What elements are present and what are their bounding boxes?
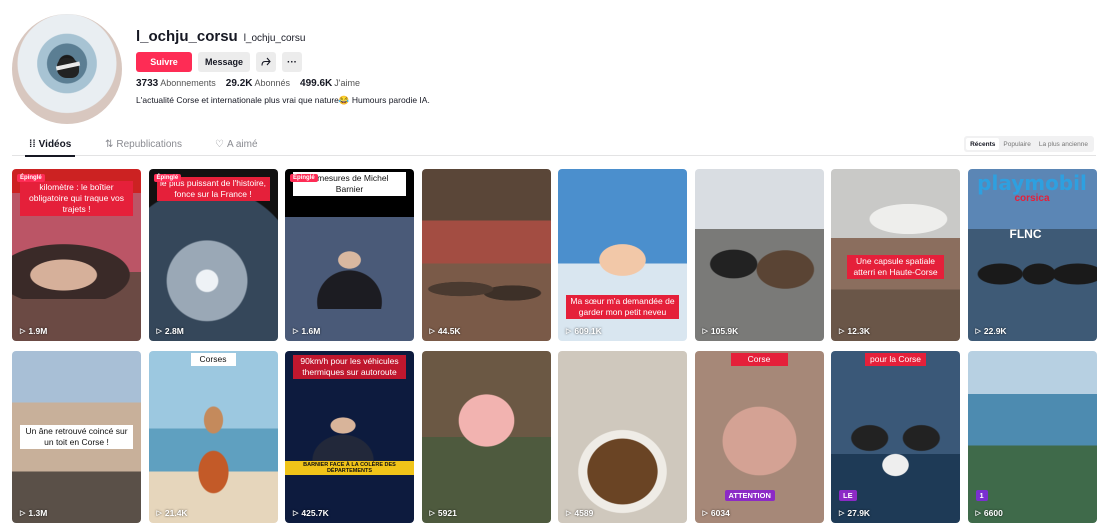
view-count: ▷ 44.5K — [429, 326, 461, 336]
likes-stat: 499.6K J'aime — [300, 78, 360, 89]
view-count: ▷ 5921 — [429, 508, 457, 518]
attention-tag: ATTENTION — [724, 490, 775, 501]
tab-republications[interactable]: ⇅ Republications — [105, 139, 182, 150]
profile-tabs: ⁞⁞ Vidéos ⇅ Republications ♡ A aimé — [12, 134, 1096, 157]
profile-username: l_ochju_corsu — [136, 28, 238, 45]
play-icon: ▷ — [156, 328, 162, 335]
view-count: ▷ 609.1K — [566, 326, 602, 336]
sort-recent[interactable]: Récents — [966, 138, 1000, 150]
view-count: ▷ 12.3K — [839, 326, 871, 336]
followers-stat[interactable]: 29.2K Abonnés — [226, 78, 290, 89]
video-caption: Une capsule spatiale atterri en Haute-Co… — [847, 255, 944, 279]
video-grid: kilomètre : le boîtier obligatoire qui t… — [12, 169, 1097, 523]
sort-toggle: Récents Populaire La plus ancienne — [964, 136, 1094, 152]
video-caption: Corses — [190, 353, 236, 366]
view-count: ▷ 27.9K — [839, 508, 871, 518]
play-icon: ▷ — [156, 510, 162, 517]
corsica-subtitle: corsica — [1014, 193, 1050, 204]
play-icon: ▷ — [839, 328, 845, 335]
tab-liked[interactable]: ♡ A aimé — [215, 139, 258, 150]
video-caption: Un âne retrouvé coincé sur un toit en Co… — [20, 425, 133, 449]
video-card[interactable]: Une capsule spatiale atterri en Haute-Co… — [831, 169, 960, 341]
view-count: ▷ 6034 — [702, 508, 730, 518]
profile-bio: L'actualité Corse et internationale plus… — [136, 95, 430, 105]
play-icon: ▷ — [702, 328, 708, 335]
video-card[interactable]: le plus puissant de l'histoire, fonce su… — [148, 169, 278, 341]
view-count: ▷ 1.3M — [20, 508, 48, 518]
message-button[interactable]: Message — [198, 52, 250, 72]
playmobil-title: playmobil — [977, 171, 1087, 195]
video-caption: Ma sœur m'a demandée de garder mon petit… — [566, 295, 679, 319]
play-icon: ▷ — [293, 328, 299, 335]
video-card[interactable]: ▷ 44.5K — [421, 169, 551, 341]
video-card[interactable]: kilomètre : le boîtier obligatoire qui t… — [12, 169, 141, 341]
video-caption: kilomètre : le boîtier obligatoire qui t… — [20, 181, 133, 216]
profile-avatar[interactable] — [12, 14, 122, 124]
play-icon: ▷ — [429, 328, 435, 335]
view-count: ▷ 1.9M — [20, 326, 48, 336]
more-icon[interactable]: ··· — [282, 52, 302, 72]
repost-icon: ⇅ — [105, 139, 114, 150]
play-icon: ▷ — [975, 328, 981, 335]
play-icon: ▷ — [566, 328, 572, 335]
video-card[interactable]: Corse ATTENTION ▷ 6034 — [694, 351, 824, 523]
grid-icon: ⁞⁞ — [29, 139, 36, 150]
following-stat[interactable]: 3733 Abonnements — [136, 78, 216, 89]
video-card[interactable]: 90km/h pour les véhicules thermiques sur… — [285, 351, 414, 523]
sort-oldest[interactable]: La plus ancienne — [1035, 138, 1092, 150]
view-count: ▷ 2.8M — [156, 326, 184, 336]
video-caption: 90km/h pour les véhicules thermiques sur… — [293, 355, 406, 379]
video-caption: pour la Corse — [865, 353, 926, 366]
channel-tag: LE — [839, 490, 857, 501]
video-card[interactable]: ▷ 5921 — [421, 351, 551, 523]
view-count: ▷ 22.9K — [975, 326, 1007, 336]
pinned-badge: Épinglé — [153, 174, 182, 182]
play-icon: ▷ — [839, 510, 845, 517]
view-count: ▷ 6600 — [975, 508, 1003, 518]
play-icon: ▷ — [429, 510, 435, 517]
video-caption: Corse — [730, 353, 788, 366]
play-icon: ▷ — [20, 510, 26, 517]
video-card[interactable]: ▷ 105.9K — [694, 169, 824, 341]
view-count: ▷ 1.6M — [293, 326, 321, 336]
heart-icon: ♡ — [215, 139, 224, 150]
view-count: ▷ 4589 — [566, 508, 594, 518]
profile-info: l_ochju_corsu l_ochju_corsu Suivre Messa… — [136, 28, 430, 106]
news-ticker: BARNIER FACE À LA COLÈRE DES DÉPARTEMENT… — [285, 461, 414, 475]
play-icon: ▷ — [702, 510, 708, 517]
pinned-badge: Épinglé — [290, 174, 318, 182]
video-card[interactable]: Corses ▷ 21.4K — [148, 351, 278, 523]
channel-tag: 1 — [975, 490, 988, 501]
play-icon: ▷ — [293, 510, 299, 517]
video-card[interactable]: s mesures de Michel Barnier Épinglé ▷ 1.6… — [285, 169, 414, 341]
play-icon: ▷ — [566, 510, 572, 517]
tab-videos[interactable]: ⁞⁞ Vidéos — [24, 139, 76, 157]
video-card[interactable]: Un âne retrouvé coincé sur un toit en Co… — [12, 351, 141, 523]
video-card[interactable]: ▷ 4589 — [558, 351, 687, 523]
profile-handle: l_ochju_corsu — [243, 33, 306, 44]
view-count: ▷ 21.4K — [156, 508, 188, 518]
video-card[interactable]: pour la Corse LE ▷ 27.9K — [831, 351, 960, 523]
flnc-label: FLNC — [1009, 227, 1042, 241]
share-icon[interactable] — [256, 52, 276, 72]
sort-popular[interactable]: Populaire — [999, 138, 1034, 150]
video-card[interactable]: 1 ▷ 6600 — [967, 351, 1097, 523]
play-icon: ▷ — [20, 328, 26, 335]
follow-button[interactable]: Suivre — [136, 52, 192, 72]
play-icon: ▷ — [975, 510, 981, 517]
view-count: ▷ 425.7K — [293, 508, 329, 518]
view-count: ▷ 105.9K — [702, 326, 739, 336]
video-card[interactable]: Ma sœur m'a demandée de garder mon petit… — [558, 169, 687, 341]
video-card[interactable]: playmobil corsica FLNC ▷ 22.9K — [967, 169, 1097, 341]
pinned-badge: Épinglé — [17, 174, 45, 182]
